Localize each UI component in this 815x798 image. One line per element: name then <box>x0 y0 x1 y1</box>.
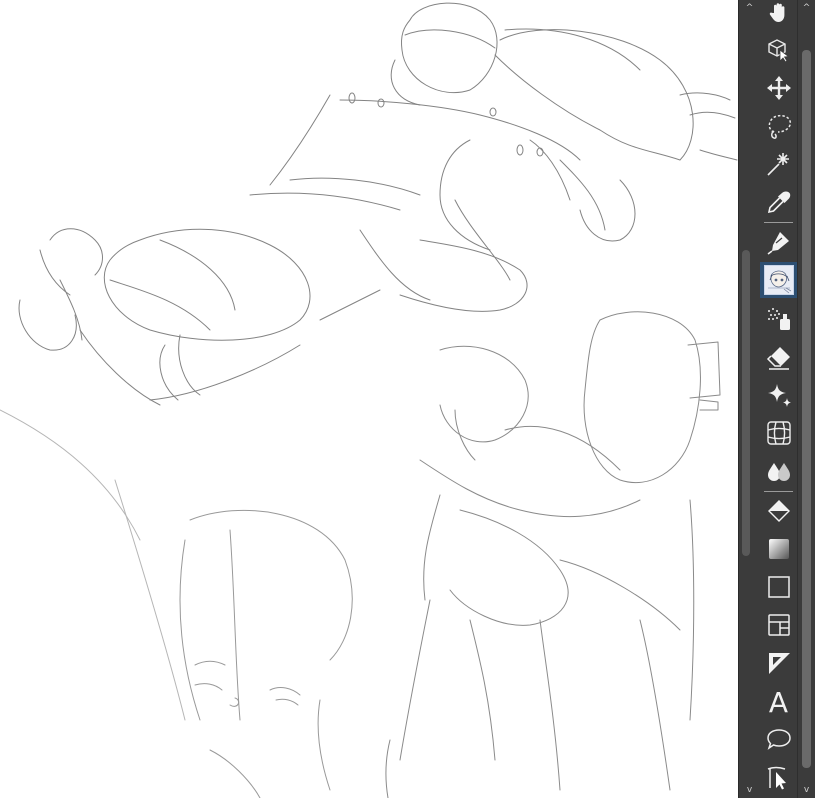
scroll-down-arrow[interactable]: v <box>798 782 815 798</box>
scroll-thumb[interactable] <box>742 250 750 556</box>
lying-figure-sketch <box>18 2 738 406</box>
hand-icon <box>769 3 784 22</box>
perspective-ruler-icon <box>766 421 791 445</box>
tool-panel-scrollbar[interactable]: ^ v <box>738 0 760 798</box>
construction-lines <box>0 409 186 721</box>
rectangle-icon <box>767 576 790 598</box>
tool-fill[interactable] <box>760 493 797 529</box>
gradient-icon <box>768 539 789 559</box>
tool-ruler-line[interactable] <box>760 645 797 681</box>
tool-blend[interactable] <box>760 453 797 489</box>
eyedropper-icon <box>767 191 790 214</box>
tool-eyedropper[interactable] <box>760 184 797 220</box>
tool-object[interactable] <box>760 31 797 67</box>
pen-icon <box>767 232 789 255</box>
blend-drops-icon <box>767 463 790 481</box>
scroll-up-arrow[interactable]: ^ <box>798 0 815 16</box>
tool-ruler[interactable] <box>760 415 797 451</box>
drawing-canvas[interactable] <box>0 0 738 798</box>
eraser-icon <box>766 347 790 370</box>
correct-line-icon <box>767 766 786 790</box>
tool-text[interactable]: A <box>760 685 797 721</box>
tool-brush[interactable] <box>760 262 797 298</box>
frame-border-icon <box>767 614 790 636</box>
toolbar-separator <box>764 491 793 492</box>
text-icon: A <box>768 686 789 719</box>
tool-move[interactable] <box>760 70 797 106</box>
scroll-down-arrow[interactable]: v <box>739 782 760 798</box>
toolbar-scrollbar[interactable]: ^ v <box>797 0 815 798</box>
ruler-triangle-icon <box>768 653 790 674</box>
tool-correct-line[interactable] <box>760 759 797 795</box>
object-select-icon <box>767 39 790 62</box>
scroll-up-arrow[interactable]: ^ <box>739 0 760 16</box>
tool-pen[interactable] <box>760 224 797 260</box>
tool-balloon[interactable] <box>760 721 797 757</box>
brush-preview-image <box>767 270 791 294</box>
tool-decoration[interactable] <box>760 377 797 413</box>
brush-thumbnail-icon <box>763 265 794 295</box>
face-sketch <box>179 509 353 798</box>
speech-balloon-icon <box>766 729 791 750</box>
tool-hand[interactable] <box>760 0 797 30</box>
tool-palette: A <box>760 0 797 798</box>
toolbar-separator <box>764 222 793 223</box>
tool-lasso[interactable] <box>760 108 797 144</box>
lasso-select-icon <box>768 114 791 139</box>
tool-eraser[interactable] <box>760 339 797 375</box>
sketch-artwork <box>0 2 738 798</box>
tool-frame[interactable] <box>760 607 797 643</box>
standing-figure-sketch <box>385 311 721 798</box>
app-window: ^ v A ^ v <box>0 0 815 798</box>
fill-bucket-icon <box>767 500 790 522</box>
tool-magic-wand[interactable] <box>760 146 797 182</box>
airbrush-icon <box>767 308 790 330</box>
tool-gradient[interactable] <box>760 531 797 567</box>
tool-rectangle[interactable] <box>760 569 797 605</box>
tool-airbrush[interactable] <box>760 301 797 337</box>
move-icon <box>766 76 791 100</box>
scroll-thumb[interactable] <box>802 50 811 768</box>
magic-wand-icon <box>766 153 789 176</box>
sparkle-icon <box>767 384 791 407</box>
